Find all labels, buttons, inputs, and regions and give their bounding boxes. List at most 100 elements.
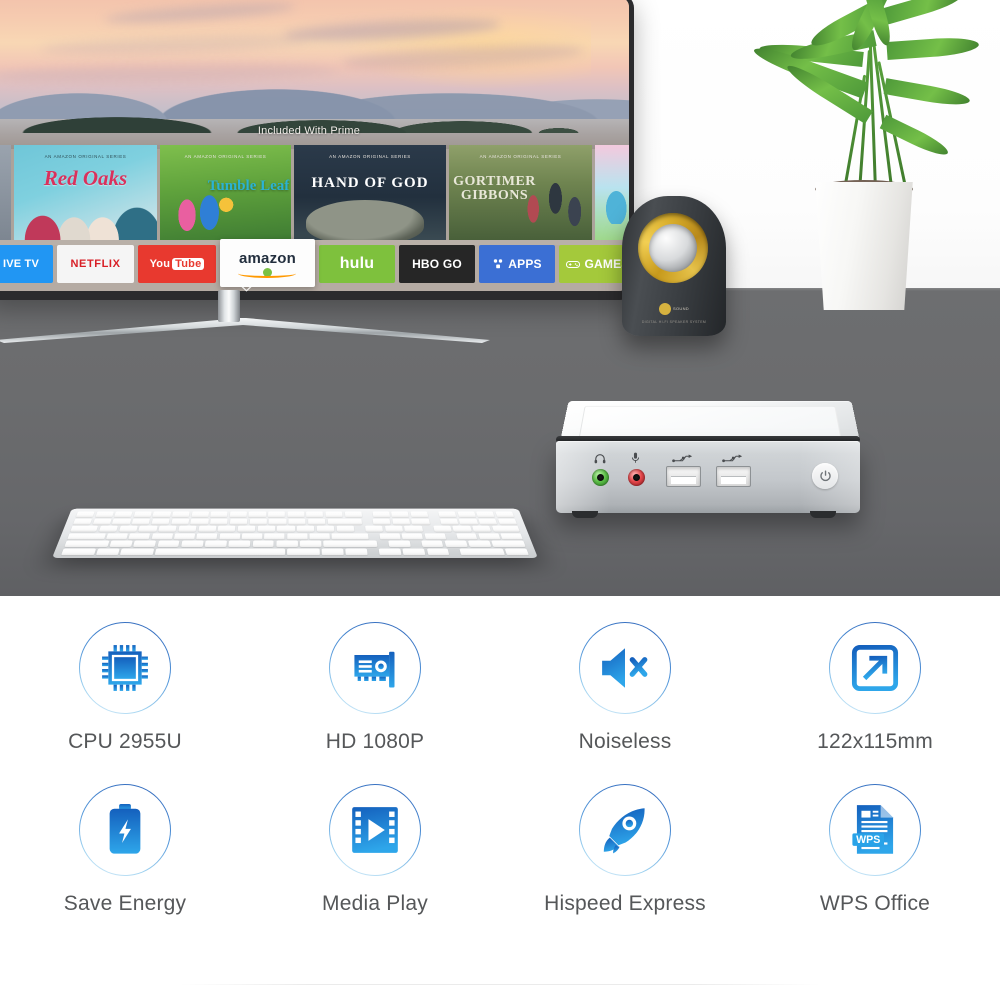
app-tile-games[interactable]: GAMES (559, 245, 629, 283)
mini-pc (548, 388, 868, 528)
poster-title: Tumble Leaf (207, 177, 290, 194)
poster-hand-of-god[interactable]: AN AMAZON ORIGINAL SERIES HAND OF GOD (294, 145, 446, 240)
smart-tv: Included With Prime AN AMAZON ORIGINAL S… (0, 0, 634, 343)
microphone-jack[interactable] (628, 469, 645, 486)
feature-wps-office: WPS WPS Office (750, 754, 1000, 916)
feature-icon-ring (329, 784, 421, 876)
keyboard-row (72, 518, 518, 525)
chevron-down-icon[interactable] (240, 285, 253, 292)
cpu-chip-icon (102, 645, 148, 691)
feature-icon-ring (79, 784, 171, 876)
feature-icon-ring: WPS (829, 784, 921, 876)
feature-media-play: Media Play (250, 754, 500, 916)
rocket-icon (603, 808, 645, 854)
potted-palm (745, 0, 1000, 340)
feature-label: Noiseless (578, 730, 672, 753)
usb-port-1[interactable] (666, 466, 701, 487)
power-icon (819, 469, 831, 481)
poster-partial[interactable] (0, 145, 11, 240)
mini-pc-front-panel (556, 441, 860, 513)
feature-label: Save Energy (63, 892, 187, 915)
poster-gortimer-gibbons[interactable]: AN AMAZON ORIGINAL SERIES GORTIMER GIBBO… (449, 145, 592, 240)
keyboard[interactable] (52, 508, 538, 558)
poster-red-oaks[interactable]: AN AMAZON ORIGINAL SERIES Red Oaks (14, 145, 157, 240)
poster-tumble-leaf[interactable]: AN AMAZON ORIGINAL SERIES Tumble Leaf (160, 145, 291, 240)
resize-expand-icon (851, 644, 899, 692)
poster-tagline: AN AMAZON ORIGINAL SERIES (479, 154, 562, 159)
feature-label: HD 1080P (325, 730, 425, 753)
graphics-card-icon (354, 651, 395, 688)
feature-icon-ring (329, 622, 421, 714)
feature-noiseless: Noiseless (500, 596, 750, 754)
usb-port-2[interactable] (716, 466, 751, 487)
desktop-speaker: SOUND DIGITAL HI-FI SPEAKER SYSTEM (622, 196, 726, 336)
apps-grid-icon (494, 259, 503, 269)
keyboard-row (70, 525, 520, 532)
battery-bolt-icon (109, 804, 141, 854)
keyboard-body (52, 508, 538, 558)
app-tile-label: amazon (238, 250, 297, 267)
app-tile-live-tv[interactable]: IVE TV (0, 245, 53, 283)
poster-title: GORTIMER GIBBONS (453, 173, 536, 203)
app-tile-netflix[interactable]: NETFLIX (57, 245, 134, 283)
feature-save-energy: Save Energy (0, 754, 250, 916)
feature-row-2: Save Energy Media Play Hispeed Express W… (0, 754, 1000, 916)
app-tile-label: hulu (339, 255, 375, 272)
speaker-sub-text: DIGITAL HI-FI SPEAKER SYSTEM (641, 320, 707, 324)
poster-tagline: AN AMAZON ORIGINAL SERIES (329, 154, 411, 159)
headphone-jack[interactable] (592, 469, 609, 486)
tv-screen: Included With Prime AN AMAZON ORIGINAL S… (0, 0, 629, 291)
app-tile-label: NETFLIX (70, 258, 121, 270)
tv-section-label: Included With Prime (257, 125, 361, 137)
app-tile-label: APPS (508, 257, 542, 271)
app-tile-hulu[interactable]: hulu (319, 245, 395, 283)
plant-pot (815, 182, 913, 310)
poster-title: Red Oaks (43, 165, 128, 190)
speaker-brand: SOUND (622, 300, 726, 318)
app-tile-label: IVE TV (2, 258, 40, 270)
poster-tagline: AN AMAZON ORIGINAL SERIES (184, 154, 267, 159)
app-tile-apps[interactable]: APPS (479, 245, 555, 283)
wps-document-icon: WPS (852, 805, 894, 854)
tv-app-tile-row: IVE TV NETFLIX You Tube amazon hulu HBO … (0, 239, 629, 291)
wps-badge-text: WPS (856, 834, 880, 846)
app-tile-amazon[interactable]: amazon (220, 239, 315, 287)
feature-label: Media Play (322, 892, 428, 915)
feature-row-1: CPU 2955U HD 1080P Noiseless 122x115mm (0, 596, 1000, 754)
app-tile-hbo-go[interactable]: HBO GO (399, 245, 475, 283)
speaker-body: SOUND DIGITAL HI-FI SPEAKER SYSTEM (622, 196, 726, 336)
feature-hd: HD 1080P (250, 596, 500, 754)
tv-stand-neck (218, 290, 240, 322)
film-play-icon (352, 807, 398, 853)
feature-icon-ring (579, 622, 671, 714)
poster-title: HAND OF GOD (311, 174, 429, 191)
app-tile-youtube[interactable]: You Tube (138, 245, 216, 283)
app-tile-label: You (149, 258, 171, 270)
tv-bezel: Included With Prime AN AMAZON ORIGINAL S… (0, 0, 634, 300)
usb-icon (722, 454, 743, 463)
gamepad-icon (566, 260, 581, 268)
usb-icon (672, 454, 693, 463)
feature-label: WPS Office (819, 892, 931, 915)
product-banner-page: Included With Prime AN AMAZON ORIGINAL S… (0, 0, 1000, 1000)
headphone-icon (594, 454, 606, 464)
feature-cpu: CPU 2955U (0, 596, 250, 754)
hero-product-photo: Included With Prime AN AMAZON ORIGINAL S… (0, 0, 1000, 596)
feature-dimensions: 122x115mm (750, 596, 1000, 754)
keyboard-row (67, 533, 523, 540)
poster-tagline: AN AMAZON ORIGINAL SERIES (44, 154, 127, 159)
speaker-cone (649, 224, 697, 272)
tv-stand-base (0, 318, 490, 343)
speaker-driver-ring (638, 213, 708, 283)
mini-pc-foot (572, 511, 598, 518)
feature-label: CPU 2955U (68, 730, 182, 753)
bottom-divider (180, 984, 820, 985)
app-tile-label: HBO GO (412, 257, 462, 271)
feature-grid: CPU 2955U HD 1080P Noiseless 122x115mm S… (0, 596, 1000, 1000)
feature-icon-ring (829, 622, 921, 714)
keyboard-row (61, 548, 529, 555)
speaker-logo-icon (659, 302, 672, 315)
power-button[interactable] (812, 463, 838, 489)
tv-poster-carousel: AN AMAZON ORIGINAL SERIES Red Oaks AN AM… (0, 145, 629, 240)
microphone-icon (631, 452, 640, 463)
